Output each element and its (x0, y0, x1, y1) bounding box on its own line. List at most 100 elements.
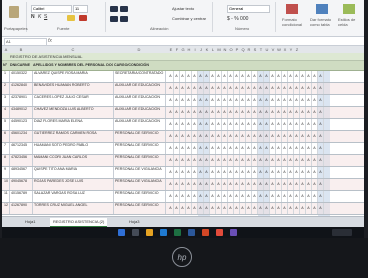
attendance-cell[interactable]: A (318, 155, 324, 166)
attendance-cell[interactable]: A (318, 95, 324, 106)
search-icon[interactable] (132, 229, 139, 236)
table-row[interactable]: 8 47823456 MAMANI CCORI JUAN CARLOS PERSONA… (2, 155, 364, 167)
cargo-cell[interactable]: AUXILIAR DE EDUCACION (114, 119, 166, 130)
attendance-cell[interactable]: A (318, 167, 324, 178)
edge-icon[interactable] (160, 229, 167, 236)
font-color-icon[interactable] (79, 15, 87, 21)
attendance-cell[interactable]: A (318, 203, 324, 214)
word-icon[interactable] (188, 229, 195, 236)
dni-cell[interactable]: 41262840 (10, 83, 33, 94)
name-cell[interactable]: GUTIERREZ RAMOS CARMEN ROSA (33, 131, 114, 142)
column-letter[interactable]: Z (294, 46, 300, 53)
chrome-icon[interactable] (216, 229, 223, 236)
row-number-cell[interactable]: 10 (3, 179, 10, 190)
cargo-cell[interactable]: PERSONAL DE SERVICIO (114, 131, 166, 142)
cargo-cell[interactable]: PERSONAL DE VIGILANCIA (114, 167, 166, 178)
cell-styles-button[interactable]: Estilos de celda (338, 17, 362, 27)
attendance-cell[interactable]: A (318, 131, 324, 142)
align-top-icon[interactable] (110, 6, 118, 12)
dni-cell[interactable]: 40156789 (10, 191, 33, 202)
dni-cell[interactable]: 45601234 (10, 131, 33, 142)
powerpoint-icon[interactable] (202, 229, 209, 236)
row-number-cell[interactable]: 5 (3, 119, 10, 130)
row-number-cell[interactable]: 1 (3, 71, 10, 82)
attendance-cell[interactable]: A (318, 83, 324, 94)
name-cell[interactable]: QUISPE TITO ANA MARIA (33, 167, 114, 178)
column-letter[interactable]: D (114, 46, 164, 53)
start-icon[interactable] (118, 229, 125, 236)
worksheet-grid[interactable]: ABCDEFGHIJKLMNOPQRSTUVWXYZ REGISTRO DE A… (2, 46, 364, 216)
row-number-cell[interactable]: 2 (3, 83, 10, 94)
column-letter[interactable]: B (10, 46, 32, 53)
name-cell[interactable]: TORRES CRUZ MIGUEL ANGEL (33, 203, 114, 214)
table-row[interactable]: 12 41267890 TORRES CRUZ MIGUEL ANGEL PERSON… (2, 203, 364, 215)
row-number-cell[interactable]: 12 (3, 203, 10, 214)
sheet-tab[interactable]: Hoja1 (22, 218, 38, 226)
cargo-cell[interactable]: PERSONAL DE VIGILANCIA (114, 179, 166, 190)
italic-button[interactable]: K (38, 14, 41, 20)
dni-cell[interactable]: 44590123 (10, 119, 33, 130)
name-cell[interactable]: DIAZ FLORES MARIA ELENA (33, 119, 114, 130)
table-row[interactable]: 1 40150322 ALVAREZ QUISPE ROSA MARIA SECRET… (2, 71, 364, 83)
dni-cell[interactable]: 42378901 (10, 95, 33, 106)
name-cell[interactable]: ROJAS PAREDES JOSE LUIS (33, 179, 114, 190)
conditional-format-button[interactable]: Formato condicional (282, 17, 306, 27)
paste-icon[interactable] (9, 6, 19, 18)
table-row[interactable]: 11 40156789 SALAZAR VARGAS ROSA LUZ PERSONA… (2, 191, 364, 203)
table-row[interactable]: 9 48934567 QUISPE TITO ANA MARIA PERSONAL D… (2, 167, 364, 179)
attendance-cell[interactable]: A (318, 143, 324, 154)
excel-icon[interactable] (174, 229, 181, 236)
name-cell[interactable]: SALAZAR VARGAS ROSA LUZ (33, 191, 114, 202)
cargo-cell[interactable]: PERSONAL DE SERVICIO (114, 191, 166, 202)
table-row[interactable]: 4 43489012 CHAVEZ MENDOZA LUIS ALBERTO AUXI… (2, 107, 364, 119)
attendance-cell[interactable]: A (318, 179, 324, 190)
name-cell[interactable]: HUAMANI SOTO PEDRO PABLO (33, 143, 114, 154)
dni-cell[interactable]: 43489012 (10, 107, 33, 118)
align-left-icon[interactable] (110, 16, 118, 22)
row-number-cell[interactable]: 9 (3, 167, 10, 178)
attendance-cell[interactable]: A (318, 119, 324, 130)
attendance-cell[interactable]: A (318, 107, 324, 118)
dni-cell[interactable]: 40150322 (10, 71, 33, 82)
teams-icon[interactable] (230, 229, 237, 236)
cell-styles-icon[interactable] (343, 4, 355, 14)
dni-cell[interactable]: 47823456 (10, 155, 33, 166)
table-row[interactable]: 3 42378901 CACERES LOPEZ JULIO CESAR AUXILI… (2, 95, 364, 107)
attendance-cell[interactable]: A (318, 191, 324, 202)
column-letter[interactable]: A (3, 46, 9, 53)
row-number-cell[interactable]: 6 (3, 131, 10, 142)
dni-cell[interactable]: 48934567 (10, 167, 33, 178)
table-row[interactable]: 5 44590123 DIAZ FLORES MARIA ELENA AUXILIAR… (2, 119, 364, 131)
bold-button[interactable]: N (31, 14, 35, 20)
row-number-cell[interactable]: 3 (3, 95, 10, 106)
table-row[interactable]: 2 41262840 BENAVIDES HUAMAN ROBERTO AUXILIA… (2, 83, 364, 95)
table-row[interactable]: 7 46712345 HUAMANI SOTO PEDRO PABLO PERSONA… (2, 143, 364, 155)
fx-icon[interactable]: fx (48, 38, 52, 44)
cargo-cell[interactable]: AUXILIAR DE EDUCACION (114, 107, 166, 118)
row-number-cell[interactable]: 11 (3, 191, 10, 202)
dni-cell[interactable]: 46712345 (10, 143, 33, 154)
wrap-text-button[interactable]: Ajustar texto (172, 6, 194, 11)
name-cell[interactable]: MAMANI CCORI JUAN CARLOS (33, 155, 114, 166)
cargo-cell[interactable]: PERSONAL DE SERVICIO (114, 203, 166, 214)
sheet-tab[interactable]: Hoja3 (126, 218, 142, 226)
name-cell[interactable]: BENAVIDES HUAMAN ROBERTO (33, 83, 114, 94)
format-table-icon[interactable] (316, 4, 328, 14)
number-format-select[interactable]: General (227, 5, 270, 13)
dni-cell[interactable]: 49045678 (10, 179, 33, 190)
currency-button[interactable]: $ - % 000 (227, 16, 248, 22)
table-row[interactable]: 10 49045678 ROJAS PAREDES JOSE LUIS PERSONA… (2, 179, 364, 191)
name-box[interactable]: A1 (4, 38, 47, 46)
format-table-button[interactable]: Dar formato como tabla (310, 17, 334, 27)
cargo-cell[interactable]: AUXILIAR DE EDUCACION (114, 95, 166, 106)
align-middle-icon[interactable] (120, 6, 128, 12)
cargo-cell[interactable]: PERSONAL DE SERVICIO (114, 155, 166, 166)
table-row[interactable]: 6 45601234 GUTIERREZ RAMOS CARMEN ROSA PERS… (2, 131, 364, 143)
row-number-cell[interactable]: 7 (3, 143, 10, 154)
font-size-select[interactable]: 11 (73, 5, 88, 13)
align-center-icon[interactable] (120, 16, 128, 22)
name-cell[interactable]: CHAVEZ MENDOZA LUIS ALBERTO (33, 107, 114, 118)
cargo-cell[interactable]: SECRETARIA/CONTRATADO (114, 71, 166, 82)
row-number-cell[interactable]: 8 (3, 155, 10, 166)
file-explorer-icon[interactable] (146, 229, 153, 236)
